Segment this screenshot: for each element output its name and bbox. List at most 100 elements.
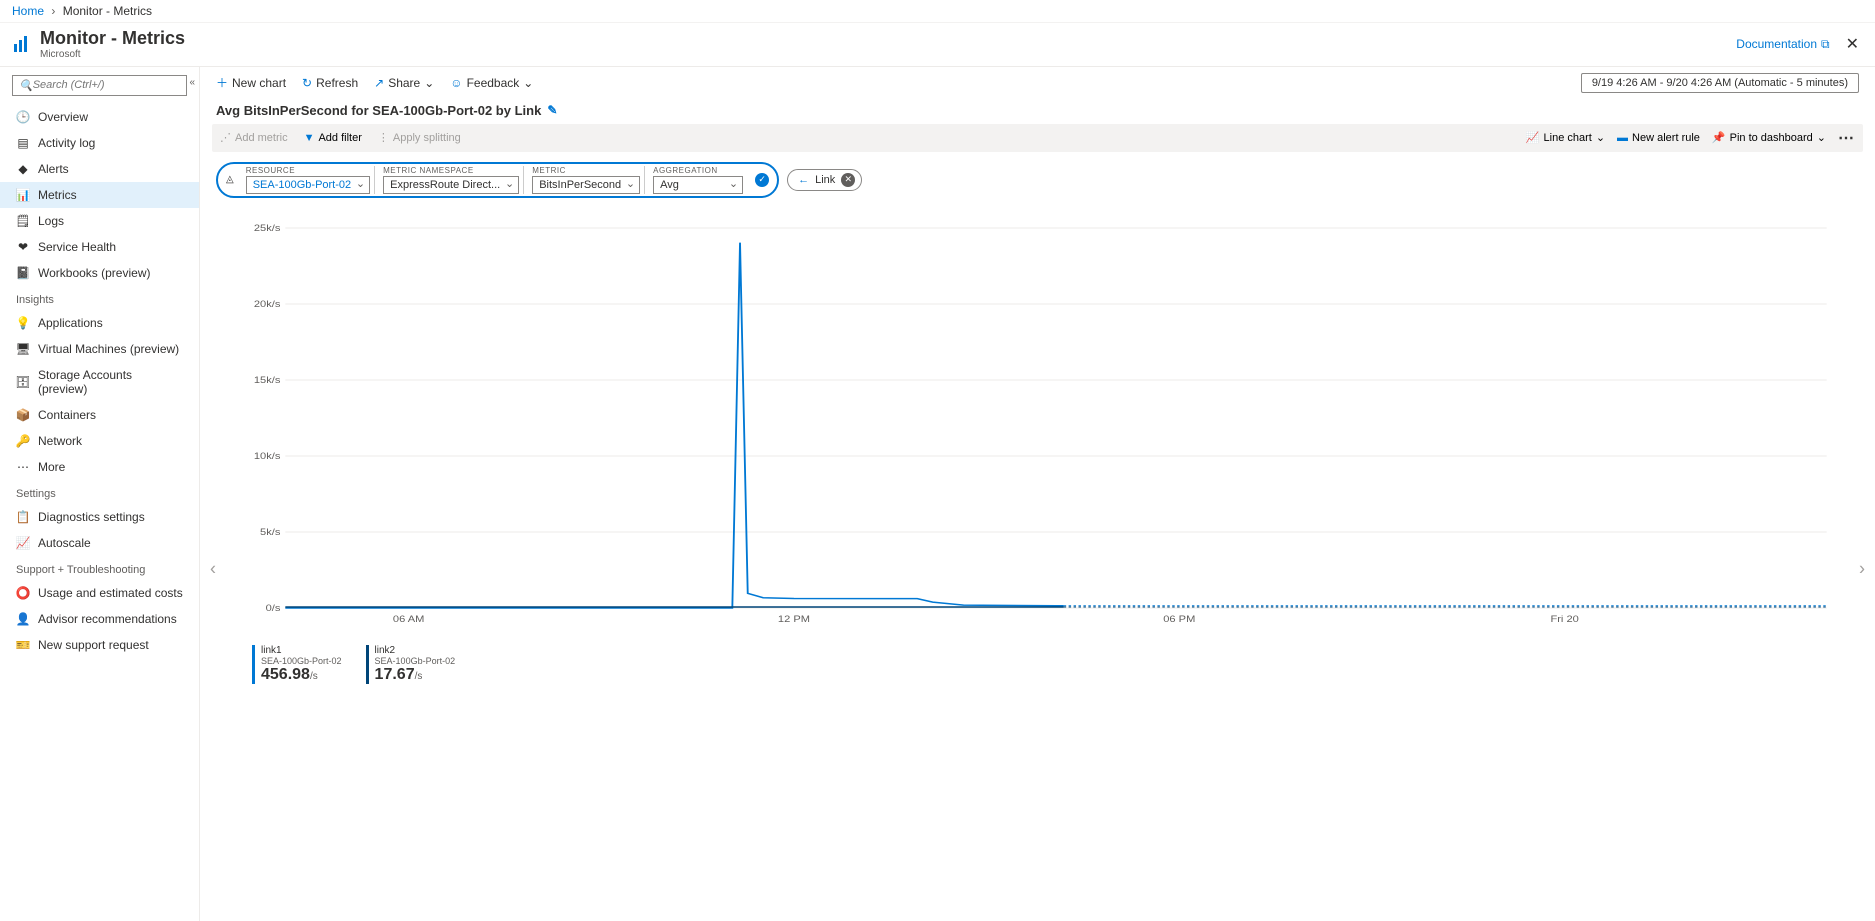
sidebar-item-workbooks-preview-[interactable]: 📓Workbooks (preview) [0, 260, 199, 286]
sidebar-item-activity-log[interactable]: ▤ Activity log [0, 130, 199, 156]
legend-name: link1 [261, 645, 342, 656]
nav-group-settings: Settings [0, 480, 199, 504]
metrics-chart: 0/s5k/s10k/s15k/s20k/s25k/s06 AM12 PM06 … [236, 218, 1839, 638]
sidebar-item-more[interactable]: ⋯More [0, 454, 199, 480]
nav-label: Alerts [38, 162, 69, 176]
sidebar-item-service-health[interactable]: ❤ Service Health [0, 234, 199, 260]
sidebar-item-containers[interactable]: 📦Containers [0, 402, 199, 428]
namespace-dropdown[interactable]: ExpressRoute Direct... [383, 176, 519, 194]
collapse-sidebar-icon[interactable]: « [189, 77, 195, 88]
chart-title: Avg BitsInPerSecond for SEA-100Gb-Port-0… [216, 103, 541, 118]
add-filter-button[interactable]: ▼Add filter [304, 132, 362, 144]
toolbar: ＋New chart ↻Refresh ↗Share ⌄ ☺Feedback ⌄ [216, 74, 533, 91]
nav-icon: 🔑 [16, 434, 30, 448]
apply-splitting-button[interactable]: ⋮Apply splitting [378, 131, 461, 144]
namespace-label: METRIC NAMESPACE [383, 166, 519, 175]
sidebar-item-usage-and-estimated-costs[interactable]: ⭕ Usage and estimated costs [0, 580, 199, 606]
refresh-button[interactable]: ↻Refresh [302, 76, 358, 90]
edit-icon[interactable]: ✎ [547, 103, 557, 117]
remove-tag-icon[interactable]: ✕ [841, 173, 855, 187]
nav-icon: 📊 [16, 188, 30, 202]
page-header: Monitor - Metrics Microsoft Documentatio… [0, 23, 1875, 67]
sidebar-item-applications[interactable]: 💡 Applications [0, 310, 199, 336]
scatter-icon: ⋰ [220, 131, 231, 144]
nav-icon: 👤 [16, 612, 30, 626]
sidebar-item-virtual-machines-preview-[interactable]: 🖥 Virtual Machines (preview) [0, 336, 199, 362]
sidebar-item-network[interactable]: 🔑 Network [0, 428, 199, 454]
filter-icon: ▼ [304, 132, 315, 144]
nav-label: Usage and estimated costs [38, 586, 183, 600]
nav-label: Network [38, 434, 82, 448]
sidebar-item-diagnostics-settings[interactable]: 📋Diagnostics settings [0, 504, 199, 530]
legend-item[interactable]: link1SEA-100Gb-Port-02456.98/s [252, 645, 342, 684]
new-chart-button[interactable]: ＋New chart [216, 74, 286, 91]
nav-icon: 🗒 [16, 214, 30, 228]
nav-icon: ⭕ [16, 586, 30, 600]
plus-icon: ＋ [216, 74, 228, 91]
nav-label: Applications [38, 316, 103, 330]
search-input[interactable] [33, 79, 180, 91]
search-box[interactable]: 🔍 [12, 75, 187, 96]
nav-label: Virtual Machines (preview) [38, 342, 179, 356]
nav-label: Activity log [38, 136, 95, 150]
nav-label: Service Health [38, 240, 116, 254]
nav-icon: 🖥 [16, 342, 30, 356]
nav-label: Metrics [38, 188, 77, 202]
resource-dropdown[interactable]: SEA-100Gb-Port-02 [246, 176, 370, 194]
sidebar: « 🔍 🕒Overview ▤ Activity log ◆ Alerts 📊 Metric… [0, 67, 200, 921]
split-icon: ⋮ [378, 131, 389, 144]
documentation-link[interactable]: Documentation ⧉ [1736, 37, 1829, 52]
sidebar-item-metrics[interactable]: 📊 Metrics [0, 182, 199, 208]
svg-text:06 AM: 06 AM [393, 615, 424, 625]
external-link-icon: ⧉ [1821, 37, 1830, 52]
close-button[interactable]: ✕ [1842, 30, 1863, 58]
nav-group-support: Support + Troubleshooting [0, 556, 199, 580]
chart-prev-icon[interactable]: ‹ [210, 559, 216, 580]
metric-dropdown[interactable]: BitsInPerSecond [532, 176, 640, 194]
sidebar-item-autoscale[interactable]: 📈Autoscale [0, 530, 199, 556]
legend-item[interactable]: link2SEA-100Gb-Port-0217.67/s [366, 645, 456, 684]
sidebar-item-logs[interactable]: 🗒Logs [0, 208, 199, 234]
chart-next-icon[interactable]: › [1859, 559, 1865, 580]
breadcrumb-home[interactable]: Home [12, 4, 44, 18]
nav-icon: ▤ [16, 136, 30, 150]
svg-text:25k/s: 25k/s [254, 224, 281, 234]
page-subtitle: Microsoft [40, 49, 185, 60]
nav-icon: 💡 [16, 316, 30, 330]
feedback-button[interactable]: ☺Feedback ⌄ [450, 76, 533, 90]
sidebar-item-new-support-request[interactable]: 🎫New support request [0, 632, 199, 658]
sidebar-item-overview[interactable]: 🕒Overview [0, 104, 199, 130]
svg-text:0/s: 0/s [266, 604, 281, 614]
svg-text:Fri 20: Fri 20 [1550, 615, 1579, 625]
add-metric-button[interactable]: ⋰Add metric [220, 131, 288, 144]
legend-name: link2 [375, 645, 456, 656]
legend-value: 17.67/s [375, 666, 456, 684]
main-content: ＋New chart ↻Refresh ↗Share ⌄ ☺Feedback ⌄… [200, 67, 1875, 921]
nav-icon: ❤ [16, 240, 30, 254]
share-button[interactable]: ↗Share ⌄ [374, 76, 434, 90]
aggregation-dropdown[interactable]: Avg [653, 176, 743, 194]
more-icon[interactable]: ⋯ [1838, 128, 1855, 148]
svg-text:20k/s: 20k/s [254, 300, 281, 310]
nav-icon: 📈 [16, 536, 30, 550]
time-range-selector[interactable]: 9/19 4:26 AM - 9/20 4:26 AM (Automatic -… [1581, 73, 1859, 93]
line-chart-icon: 📈 [1526, 131, 1540, 144]
sidebar-item-alerts[interactable]: ◆ Alerts [0, 156, 199, 182]
link-filter-tag[interactable]: ← Link ✕ [787, 169, 862, 191]
resource-icon: ◬ [226, 174, 234, 185]
chevron-down-icon: ⌄ [1596, 131, 1605, 144]
breadcrumb-current: Monitor - Metrics [63, 4, 152, 18]
page-title: Monitor - Metrics [40, 29, 185, 49]
refresh-icon: ↻ [302, 76, 312, 90]
smile-icon: ☺ [450, 76, 462, 90]
share-icon: ↗ [374, 76, 384, 90]
nav-icon: ◆ [16, 162, 30, 176]
pin-dashboard-button[interactable]: 📌Pin to dashboard ⌄ [1712, 131, 1826, 144]
chart-type-dropdown[interactable]: 📈Line chart ⌄ [1526, 131, 1605, 144]
sidebar-item-storage-accounts-preview-[interactable]: 🗄Storage Accounts (preview) [0, 362, 199, 402]
sidebar-item-advisor-recommendations[interactable]: 👤Advisor recommendations [0, 606, 199, 632]
alert-icon: ▬ [1617, 132, 1628, 144]
new-alert-button[interactable]: ▬New alert rule [1617, 132, 1700, 144]
metric-selector-pill: ◬ RESOURCE SEA-100Gb-Port-02 METRIC NAME… [216, 162, 779, 198]
chevron-down-icon: ⌄ [523, 76, 533, 90]
